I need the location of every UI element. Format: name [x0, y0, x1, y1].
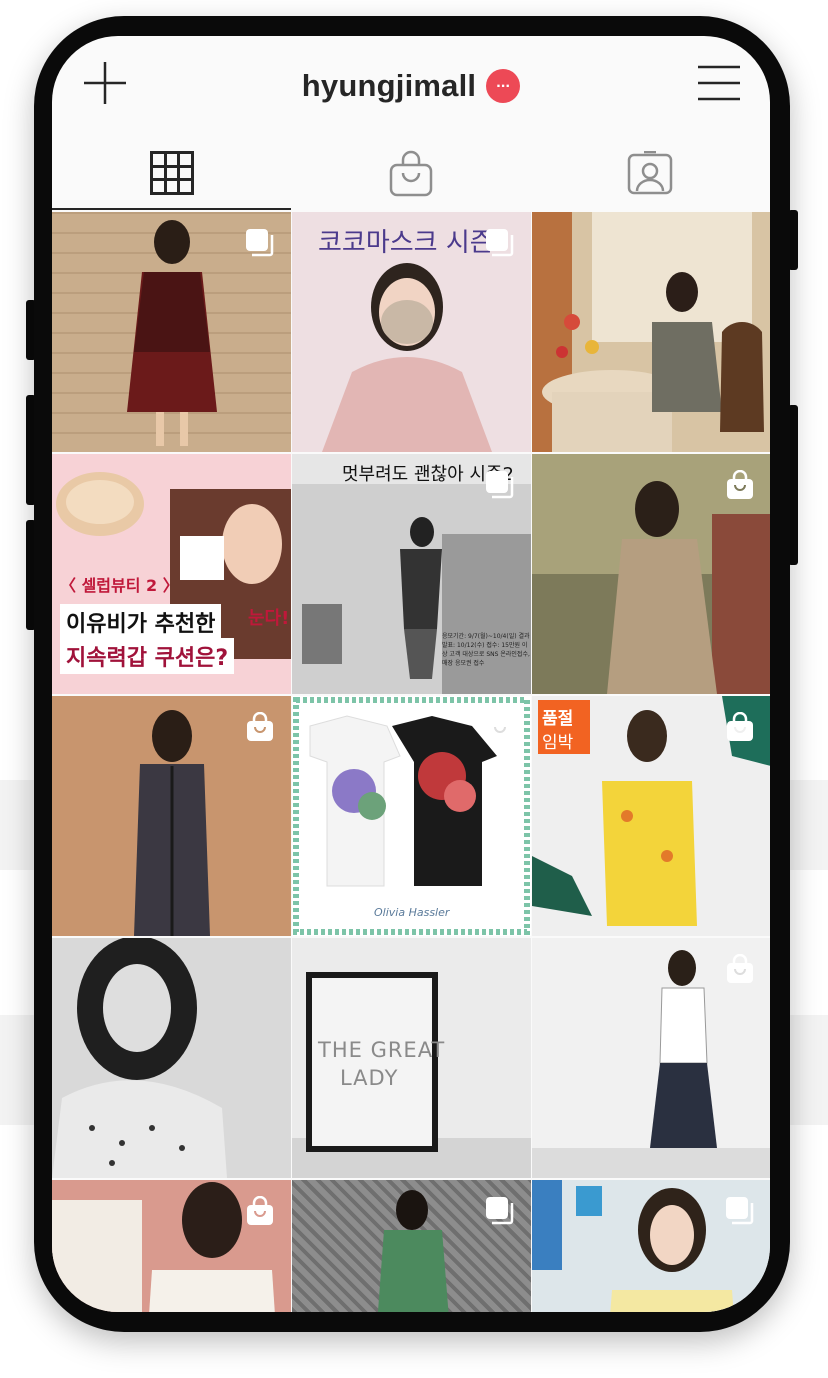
post-thumbnail[interactable]: [532, 938, 770, 1178]
post-overlay-text: 지속력갑 쿠션은?: [60, 638, 235, 674]
tagged-person-icon: [627, 151, 672, 195]
post-thumbnail[interactable]: [52, 938, 291, 1178]
hamburger-menu-icon[interactable]: [698, 64, 740, 102]
shopping-bag-icon: [727, 954, 753, 983]
notification-badge[interactable]: ...: [486, 69, 521, 103]
tab-tagged[interactable]: [530, 136, 769, 210]
carousel-icon: [486, 1197, 514, 1225]
app-screen: hyungjimall ... 코코마스크 시즌 〈 셀럽뷰티 2 〉 눈다! …: [52, 36, 770, 1312]
post-thumbnail[interactable]: Olivia Hassler: [292, 696, 531, 936]
post-overlay-text: LADY: [340, 1066, 399, 1090]
post-thumbnail[interactable]: [532, 212, 770, 452]
carousel-icon: [486, 229, 514, 257]
post-overlay-text: 〈 셀럽뷰티 2 〉: [60, 576, 179, 595]
profile-tabs: [52, 136, 770, 212]
grid-icon: [149, 151, 194, 195]
post-thumbnail[interactable]: 멋부려도 괜찮아 시즌2 응모기간: 9/7(월)~10/4(일) 결과발표: …: [292, 454, 531, 694]
post-overlay-text: 응모기간: 9/7(월)~10/4(일) 결과발표: 10/12(수) 접수: …: [442, 633, 530, 667]
username[interactable]: hyungjimall: [302, 68, 476, 104]
post-thumbnail[interactable]: 품절 임박: [532, 696, 770, 936]
post-thumbnail[interactable]: [52, 1180, 291, 1312]
shopping-bag-icon: [487, 712, 513, 741]
post-thumbnail[interactable]: [532, 1180, 770, 1312]
profile-username-header[interactable]: hyungjimall ...: [52, 68, 770, 104]
post-photo: [532, 212, 764, 452]
post-overlay-text: 품절: [542, 709, 574, 729]
shopping-bag-icon: [247, 712, 273, 741]
active-tab-indicator: [52, 208, 291, 210]
post-overlay-text: 코코마스크 시즌: [318, 228, 494, 258]
post-thumbnail[interactable]: [52, 212, 291, 452]
shopping-bag-icon: [247, 1196, 273, 1225]
post-overlay-text: 임박: [542, 733, 574, 753]
post-overlay-text: THE GREAT: [318, 1038, 446, 1062]
post-thumbnail[interactable]: 코코마스크 시즌: [292, 212, 531, 452]
carousel-icon: [486, 471, 514, 499]
carousel-icon: [246, 229, 274, 257]
shopping-bag-icon: [727, 470, 753, 499]
post-overlay-text: 눈다!: [248, 608, 290, 629]
post-thumbnail[interactable]: [52, 696, 291, 936]
tab-grid[interactable]: [52, 136, 291, 210]
post-overlay-text: Olivia Hassler: [374, 906, 450, 919]
post-thumbnail[interactable]: THE GREAT LADY: [292, 938, 531, 1178]
post-thumbnail[interactable]: [532, 454, 770, 694]
tab-shop[interactable]: [291, 136, 530, 210]
top-bar: hyungjimall ...: [52, 36, 770, 136]
post-photo: [52, 938, 227, 1178]
post-thumbnail[interactable]: 〈 셀럽뷰티 2 〉 눈다! 이유비가 추천한 지속력갑 쿠션은?: [52, 454, 291, 694]
post-thumbnail[interactable]: [292, 1180, 531, 1312]
shopping-bag-icon: [389, 150, 432, 197]
post-overlay-text: 이유비가 추천한: [60, 604, 222, 640]
carousel-icon: [726, 1197, 754, 1225]
shopping-bag-icon: [727, 712, 753, 741]
